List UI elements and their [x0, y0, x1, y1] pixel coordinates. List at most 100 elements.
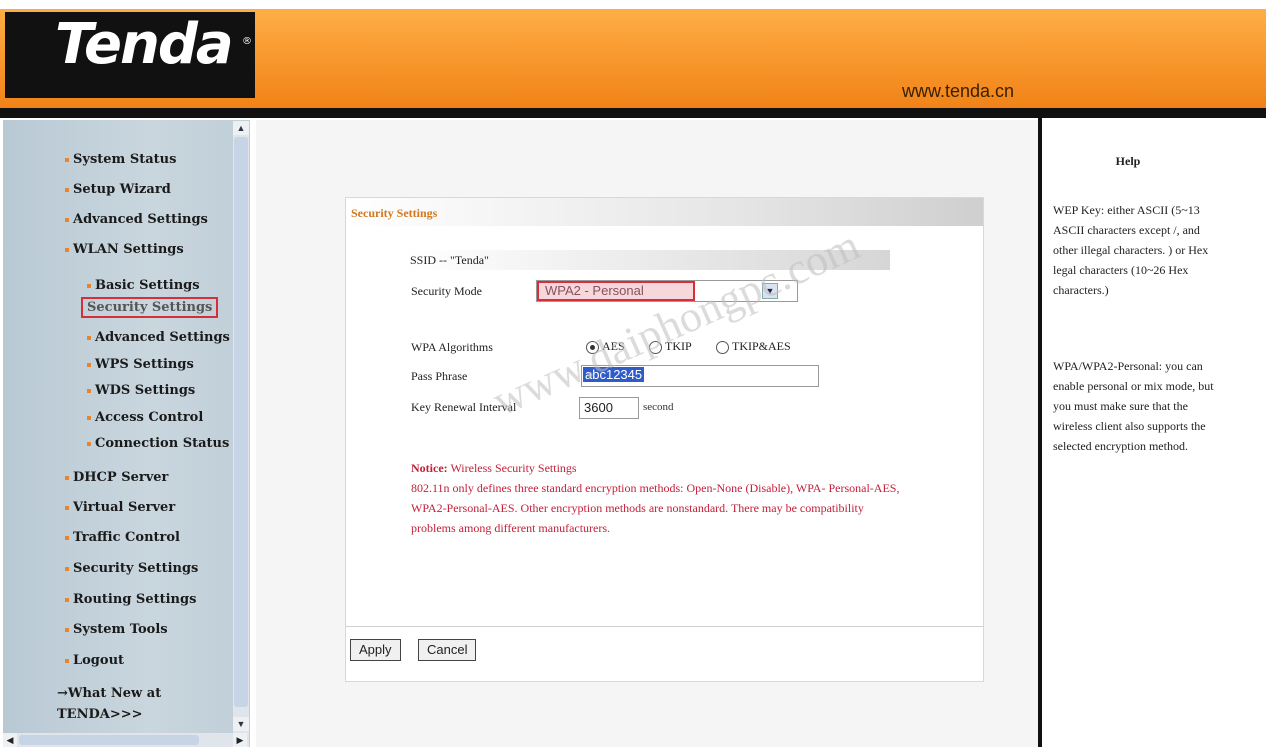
nav-security-settings-selected[interactable]: Security Settings [81, 297, 219, 318]
key-renewal-value: 3600 [584, 400, 613, 415]
bullet-icon [65, 627, 69, 632]
nav-access-control[interactable]: Access Control [87, 410, 203, 425]
nav-setup-wizard[interactable]: Setup Wizard [65, 182, 171, 197]
nav-traffic-control[interactable]: Traffic Control [65, 530, 180, 545]
notice-text: Notice: Wireless Security Settings 802.1… [411, 458, 901, 538]
whats-new-label: →What New at [57, 686, 162, 701]
nav-label: Traffic Control [73, 530, 180, 545]
scroll-right-arrow-icon[interactable]: ▶ [233, 733, 247, 747]
nav-wlan-advanced-settings[interactable]: Advanced Settings [87, 330, 230, 345]
nav-label: Security Settings [73, 561, 199, 576]
registered-mark: ® [242, 36, 252, 47]
scroll-left-arrow-icon[interactable]: ◀ [3, 733, 17, 747]
nav-connection-status[interactable]: Connection Status [87, 436, 229, 451]
key-renewal-input[interactable]: 3600 [579, 397, 639, 419]
radio-tkip[interactable]: TKIP [649, 339, 692, 354]
help-text-wep: WEP Key: either ASCII (5~13 ASCII charac… [1053, 203, 1209, 297]
pass-phrase-input[interactable]: abc12345 [581, 365, 819, 387]
nav-advanced-settings[interactable]: Advanced Settings [65, 212, 208, 227]
radio-aes[interactable]: AES [586, 339, 625, 354]
bullet-icon [87, 441, 91, 446]
notice-title: Wireless Security Settings [447, 461, 577, 475]
pass-phrase-value: abc12345 [583, 367, 645, 382]
nav-label: WDS Settings [95, 383, 196, 398]
nav-wds-settings[interactable]: WDS Settings [87, 383, 195, 398]
nav-label: Virtual Server [73, 500, 176, 515]
bullet-icon [87, 335, 91, 340]
scroll-up-arrow-icon[interactable]: ▲ [233, 121, 249, 135]
whats-new-link[interactable]: →What New at [57, 686, 161, 701]
bullet-icon [65, 505, 69, 510]
notice-label: Notice: [411, 461, 448, 475]
key-renewal-label: Key Renewal Interval [411, 400, 517, 414]
scroll-thumb[interactable] [234, 137, 248, 707]
whats-new-label-2: TENDA>>> [57, 707, 143, 722]
radio-tkip-aes[interactable]: TKIP&AES [716, 339, 791, 354]
nav-label: Logout [73, 653, 125, 668]
nav-label: Basic Settings [95, 278, 200, 293]
notice-body: 802.11n only defines three standard encr… [411, 481, 900, 535]
panel-header: Security Settings [346, 198, 983, 226]
ssid-bar: SSID -- "Tenda" [406, 250, 890, 270]
nav-label: Advanced Settings [95, 330, 230, 345]
nav-system-status[interactable]: System Status [65, 152, 176, 167]
nav-label: Access Control [95, 410, 204, 425]
bullet-icon [87, 362, 91, 367]
nav-wlan-settings[interactable]: WLAN Settings [65, 242, 184, 257]
nav-logout[interactable]: Logout [65, 653, 124, 668]
nav-system-tools[interactable]: System Tools [65, 622, 168, 637]
nav-label: Security Settings [87, 300, 213, 315]
nav-wps-settings[interactable]: WPS Settings [87, 357, 194, 372]
radio-tkip-label: TKIP [665, 339, 692, 353]
panel-title: Security Settings [351, 206, 438, 220]
help-title: Help [1115, 154, 1141, 168]
help-panel: Help WEP Key: either ASCII (5~13 ASCII c… [1042, 120, 1266, 747]
bullet-icon [65, 475, 69, 480]
key-renewal-unit: second [643, 401, 674, 413]
chevron-down-icon[interactable]: ▼ [762, 283, 778, 299]
scroll-thumb-horizontal[interactable] [19, 735, 199, 745]
radio-icon[interactable] [649, 340, 662, 354]
nav-label: WLAN Settings [73, 242, 184, 257]
whats-new-link-line2[interactable]: TENDA>>> [57, 707, 143, 722]
bullet-icon [87, 415, 91, 420]
wpa-algorithms-label: WPA Algorithms [411, 340, 493, 354]
nav-label: System Status [73, 152, 177, 167]
nav-security-settings[interactable]: Security Settings [65, 561, 198, 576]
panel-footer-divider [346, 626, 983, 627]
bullet-icon [65, 217, 69, 222]
logo-text: Tenda [55, 12, 234, 77]
radio-selected-icon[interactable] [586, 340, 599, 354]
radio-tkip-aes-label: TKIP&AES [732, 339, 791, 353]
nav-label: Routing Settings [73, 592, 197, 607]
bullet-icon [87, 388, 91, 393]
bullet-icon [65, 658, 69, 663]
radio-icon[interactable] [716, 340, 729, 354]
nav-label: Setup Wizard [73, 182, 171, 197]
bullet-icon [65, 247, 69, 252]
nav-basic-settings[interactable]: Basic Settings [87, 278, 200, 293]
security-settings-panel: Security Settings SSID -- "Tenda" Securi… [345, 197, 984, 682]
security-mode-select[interactable]: WPA2 - Personal ▼ [536, 280, 798, 302]
nav-label: System Tools [73, 622, 168, 637]
nav-virtual-server[interactable]: Virtual Server [65, 500, 175, 515]
bullet-icon [65, 566, 69, 571]
sidebar-horizontal-scrollbar[interactable]: ◀ ▶ [3, 733, 249, 747]
nav-routing-settings[interactable]: Routing Settings [65, 592, 196, 607]
sidebar-vertical-scrollbar[interactable]: ▲ ▼ [233, 121, 249, 733]
bullet-icon [65, 597, 69, 602]
header-top-strip [0, 0, 1266, 9]
nav-label: Connection Status [95, 436, 230, 451]
nav-label: DHCP Server [73, 470, 169, 485]
security-mode-label: Security Mode [411, 284, 482, 298]
scroll-down-arrow-icon[interactable]: ▼ [233, 717, 249, 731]
bullet-icon [65, 157, 69, 162]
nav-dhcp-server[interactable]: DHCP Server [65, 470, 168, 485]
pass-phrase-label: Pass Phrase [411, 369, 468, 383]
site-url[interactable]: www.tenda.cn [902, 81, 1014, 102]
apply-button[interactable]: Apply [350, 639, 401, 661]
bullet-icon [65, 535, 69, 540]
cancel-button[interactable]: Cancel [418, 639, 477, 661]
security-mode-value: WPA2 - Personal [545, 283, 644, 298]
nav-label: WPS Settings [95, 357, 194, 372]
